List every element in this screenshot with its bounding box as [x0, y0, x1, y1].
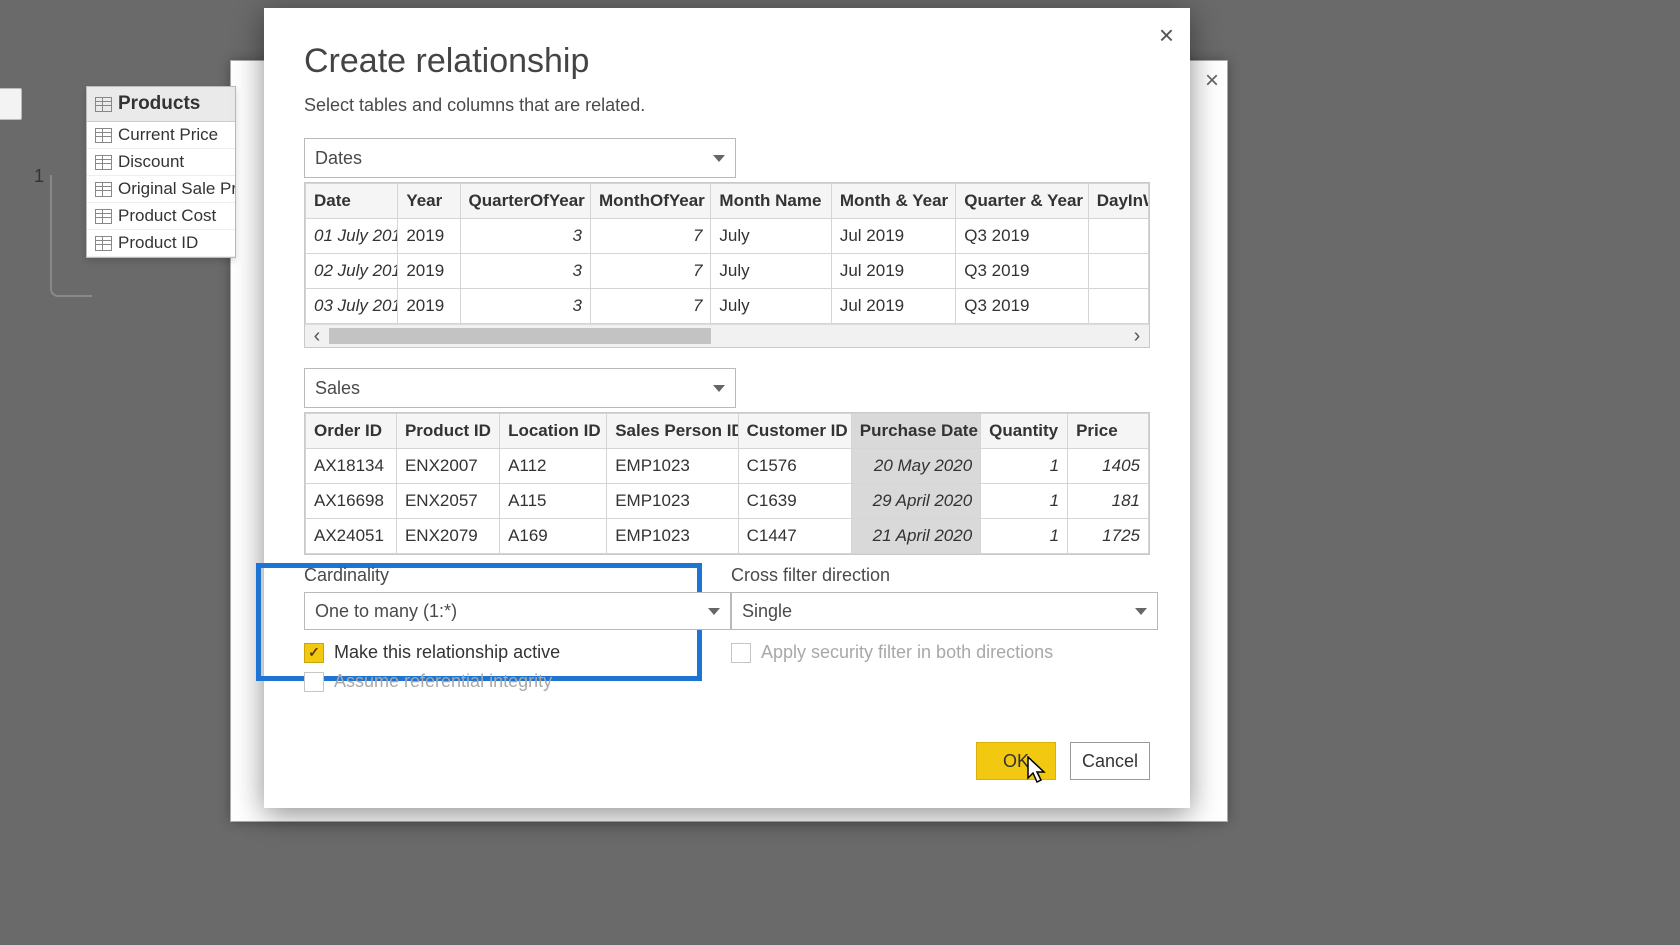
chevron-down-icon	[713, 385, 725, 392]
scroll-right-icon[interactable]: ›	[1125, 325, 1149, 348]
close-icon[interactable]: ×	[1159, 22, 1174, 48]
table2-preview[interactable]: Order IDProduct ID Location IDSales Pers…	[304, 412, 1150, 555]
table-icon	[95, 97, 112, 112]
crossfilter-select[interactable]: Single	[731, 592, 1158, 630]
list-item[interactable]: Product ID	[87, 230, 235, 257]
chevron-down-icon	[708, 608, 720, 615]
list-item[interactable]: Discount	[87, 149, 235, 176]
security-checkbox-row: Apply security filter in both directions	[731, 642, 1158, 663]
checkbox-icon	[304, 672, 324, 692]
table-row[interactable]: AX24051ENX2079 A169EMP1023 C144721 April…	[306, 519, 1149, 554]
table2-name: Sales	[315, 378, 360, 399]
table-row[interactable]: AX16698ENX2057 A115EMP1023 C163929 April…	[306, 484, 1149, 519]
active-checkbox-row[interactable]: Make this relationship active	[304, 642, 731, 663]
crossfilter-label: Cross filter direction	[731, 565, 1158, 586]
table-header: DateYear QuarterOfYearMonthOfYear Month …	[306, 184, 1149, 219]
close-icon[interactable]: ×	[1205, 67, 1219, 95]
ok-button[interactable]: OK	[976, 742, 1056, 780]
column-icon	[95, 236, 112, 251]
table2-select[interactable]: Sales	[304, 368, 736, 408]
ribbon-collapsed-icon[interactable]	[0, 88, 22, 120]
create-relationship-dialog: × Create relationship Select tables and …	[264, 8, 1190, 808]
checkbox-icon	[731, 643, 751, 663]
dialog-title: Create relationship	[304, 42, 1150, 81]
table-row[interactable]: 01 July 20192019 37 JulyJul 2019 Q3 2019	[306, 219, 1149, 254]
table1-name: Dates	[315, 148, 362, 169]
column-icon	[95, 128, 112, 143]
active-label: Make this relationship active	[334, 642, 560, 663]
cancel-button[interactable]: Cancel	[1070, 742, 1150, 780]
scroll-left-icon[interactable]: ‹	[305, 325, 329, 348]
list-item[interactable]: Product Cost	[87, 203, 235, 230]
list-item[interactable]: Current Price	[87, 122, 235, 149]
column-icon	[95, 182, 112, 197]
table-header: Order IDProduct ID Location IDSales Pers…	[306, 414, 1149, 449]
horizontal-scrollbar[interactable]: ‹ ›	[305, 324, 1149, 347]
chevron-down-icon	[713, 155, 725, 162]
table1-preview[interactable]: DateYear QuarterOfYearMonthOfYear Month …	[304, 182, 1150, 348]
list-item[interactable]: Original Sale Pri	[87, 176, 235, 203]
table1-select[interactable]: Dates	[304, 138, 736, 178]
table-row[interactable]: 02 July 20192019 37 JulyJul 2019 Q3 2019	[306, 254, 1149, 289]
scroll-thumb[interactable]	[329, 328, 711, 344]
products-table-header[interactable]: Products	[87, 87, 235, 122]
cardinality-select[interactable]: One to many (1:*)	[304, 592, 731, 630]
chevron-down-icon	[1135, 608, 1147, 615]
security-label: Apply security filter in both directions	[761, 642, 1053, 663]
column-icon	[95, 209, 112, 224]
products-field-panel[interactable]: Products Current Price Discount Original…	[86, 86, 236, 258]
dialog-subtitle: Select tables and columns that are relat…	[304, 95, 1150, 116]
column-icon	[95, 155, 112, 170]
checkbox-checked-icon[interactable]	[304, 643, 324, 663]
products-title: Products	[118, 93, 200, 115]
cardinality-label: Cardinality	[304, 565, 731, 586]
referential-checkbox-row: Assume referential integrity	[304, 671, 731, 692]
table-row[interactable]: AX18134ENX2007 A112EMP1023 C157620 May 2…	[306, 449, 1149, 484]
relationship-one-label: 1	[34, 166, 44, 187]
referential-label: Assume referential integrity	[334, 671, 552, 692]
table-row[interactable]: 03 July 20192019 37 JulyJul 2019 Q3 2019	[306, 289, 1149, 324]
